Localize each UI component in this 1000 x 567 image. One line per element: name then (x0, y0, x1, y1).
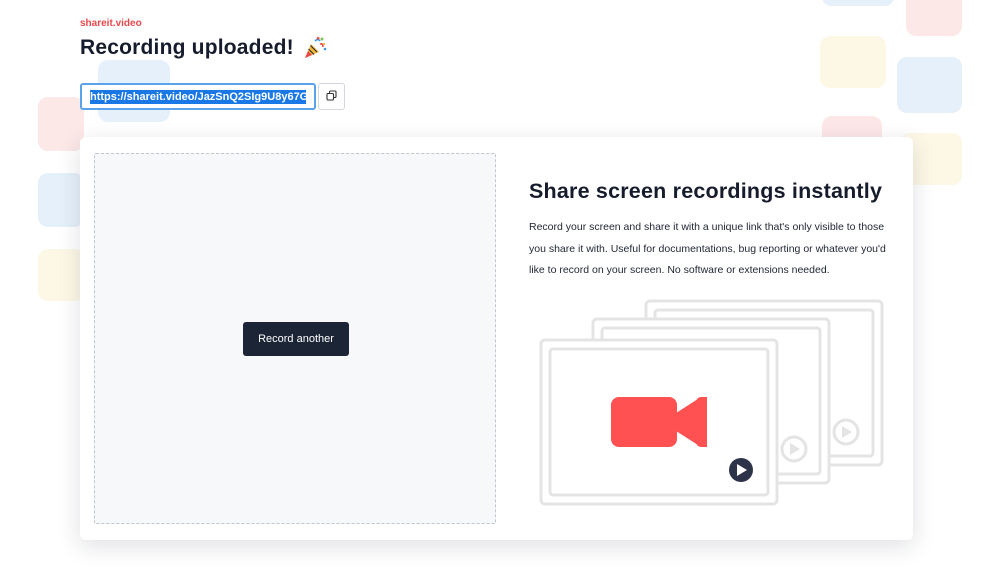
brand-logo[interactable]: shareit.video (80, 18, 142, 29)
share-link-input[interactable]: https://shareit.video/JazSnQ2SIg9U8y67Gp… (80, 83, 316, 110)
decorative-block (820, 36, 886, 88)
record-another-button[interactable]: Record another (243, 322, 349, 356)
recording-area: Record another (94, 153, 496, 524)
video-camera-icon (611, 397, 707, 447)
copy-icon (326, 89, 337, 104)
decorative-block (822, 0, 894, 6)
video-illustration (536, 295, 886, 515)
main-card: Record another Share screen recordings i… (80, 137, 913, 540)
decorative-block (38, 173, 84, 227)
party-popper-icon (302, 35, 328, 61)
decorative-block (897, 57, 962, 113)
info-heading: Share screen recordings instantly (529, 179, 883, 203)
share-link-row: https://shareit.video/JazSnQ2SIg9U8y67Gp… (80, 83, 345, 110)
decorative-block (906, 0, 962, 36)
page-title-text: Recording uploaded! (80, 36, 294, 59)
play-icon (729, 458, 753, 482)
info-description: Record your screen and share it with a u… (529, 221, 886, 276)
decorative-block (38, 249, 84, 301)
page-title: Recording uploaded! (80, 35, 328, 61)
share-link-text: https://shareit.video/JazSnQ2SIg9U8y67Gp… (90, 89, 306, 104)
decorative-block (38, 97, 84, 151)
copy-link-button[interactable] (318, 83, 345, 110)
